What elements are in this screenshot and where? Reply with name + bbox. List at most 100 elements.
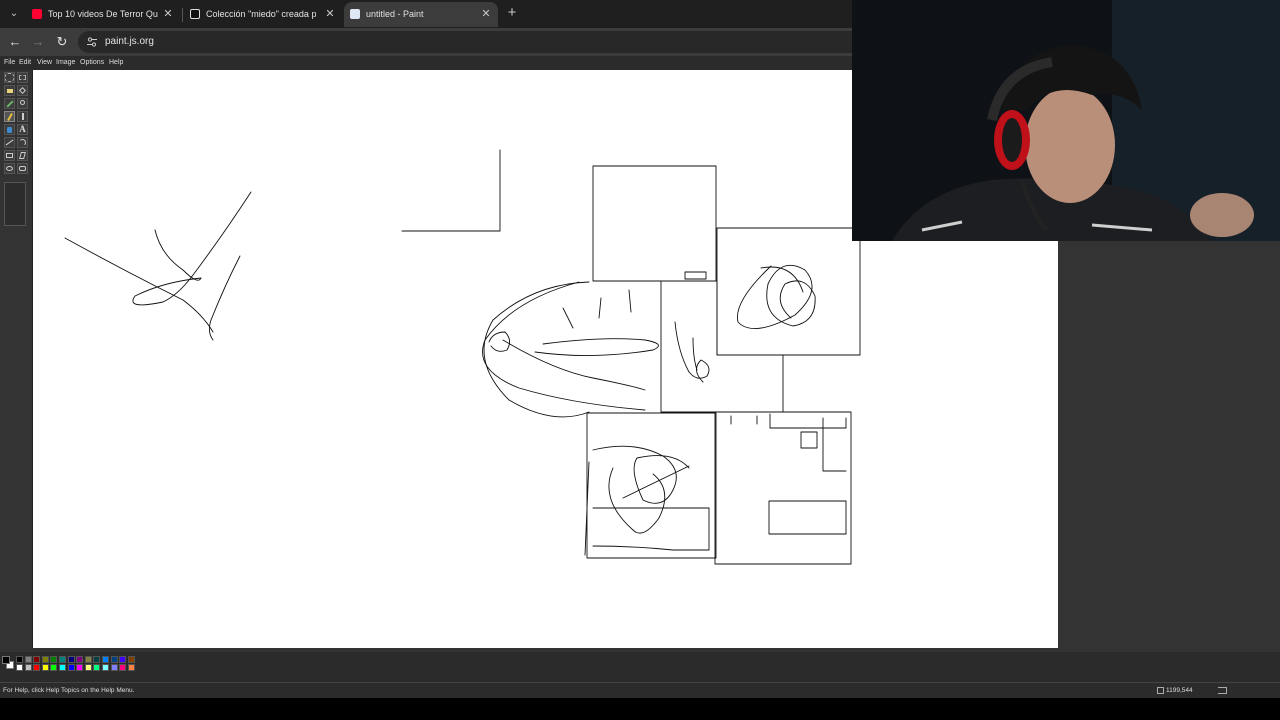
magnifier-tool[interactable] — [17, 98, 28, 109]
ellipse-tool[interactable] — [4, 163, 15, 174]
doodle-stroke — [154, 229, 202, 281]
palette-swatch[interactable] — [119, 656, 127, 663]
rounded-rectangle-tool[interactable] — [17, 163, 28, 174]
tool-options[interactable] — [4, 182, 26, 226]
menu-help[interactable]: Help — [109, 58, 123, 68]
fill-tool[interactable] — [17, 85, 28, 96]
scribble — [674, 321, 710, 383]
doodle-stroke — [64, 237, 214, 333]
palette-swatch[interactable] — [127, 664, 135, 671]
text-tool[interactable]: A — [17, 124, 28, 135]
tab-search-button[interactable]: ⌄ — [5, 5, 23, 23]
scribble — [482, 281, 646, 411]
palette-swatch[interactable] — [24, 664, 32, 671]
tool-box: A — [0, 70, 32, 650]
palette-swatch[interactable] — [50, 656, 58, 663]
site-info-icon[interactable] — [86, 36, 98, 48]
palette-swatch[interactable] — [119, 664, 127, 671]
palette-swatch[interactable] — [41, 664, 49, 671]
brush-tool[interactable] — [17, 111, 28, 122]
person-face — [1025, 87, 1115, 203]
palette-swatch[interactable] — [127, 656, 135, 663]
scribble — [736, 264, 816, 329]
palette-swatch[interactable] — [16, 656, 23, 663]
furniture-outline — [768, 500, 847, 535]
palette-swatch[interactable] — [16, 664, 23, 671]
palette-swatch[interactable] — [76, 664, 84, 671]
person-hand — [1190, 193, 1254, 237]
pencil-icon — [7, 113, 13, 121]
rect-select-icon — [19, 75, 26, 80]
rectangle-tool[interactable] — [4, 150, 15, 161]
youtube-icon — [32, 9, 42, 19]
palette-swatch[interactable] — [59, 664, 66, 671]
scribble — [502, 339, 646, 391]
bucket-icon — [18, 86, 27, 95]
polygon-tool[interactable] — [17, 150, 28, 161]
palette-swatch[interactable] — [102, 664, 109, 671]
menu-edit[interactable]: Edit — [19, 58, 31, 68]
palette-swatch[interactable] — [41, 656, 49, 663]
tab-title: Colección "miedo" creada por — [206, 9, 316, 19]
line-icon — [5, 139, 14, 146]
close-icon[interactable]: ✕ — [480, 8, 492, 20]
tab-paint[interactable]: untitled - Paint ✕ — [344, 2, 498, 27]
eyedropper-icon — [6, 100, 14, 108]
primary-color[interactable] — [2, 656, 10, 664]
airbrush-tool[interactable] — [4, 124, 15, 135]
palette-swatch[interactable] — [33, 664, 41, 671]
close-icon[interactable]: ✕ — [324, 8, 336, 20]
doodle-stroke — [208, 255, 241, 341]
line-tool[interactable] — [4, 137, 15, 148]
tiktok-icon — [190, 9, 200, 19]
palette-swatch[interactable] — [67, 656, 75, 663]
curve-tool[interactable] — [17, 137, 28, 148]
curve-icon — [19, 139, 26, 146]
menu-image[interactable]: Image — [56, 58, 75, 68]
scribble — [692, 337, 698, 371]
current-colors[interactable] — [2, 656, 14, 670]
forward-button[interactable]: → — [29, 33, 47, 51]
wall-detail — [730, 415, 758, 425]
reload-button[interactable]: ↻ — [53, 33, 71, 51]
ellipse-icon — [6, 166, 13, 171]
palette-swatch[interactable] — [93, 656, 101, 663]
tab-youtube[interactable]: Top 10 videos De Terror Que N ✕ — [26, 2, 180, 27]
palette-swatch[interactable] — [110, 664, 118, 671]
free-form-select-tool[interactable] — [4, 72, 15, 83]
pick-color-tool[interactable] — [4, 98, 15, 109]
palette-swatch[interactable] — [102, 656, 109, 663]
star-select-icon — [5, 73, 14, 82]
room-outline — [716, 227, 861, 356]
palette-swatch[interactable] — [84, 656, 92, 663]
pencil-tool[interactable] — [4, 111, 15, 122]
menu-view[interactable]: View — [37, 58, 52, 68]
palette-swatch[interactable] — [93, 664, 101, 671]
polygon-icon — [19, 152, 26, 159]
color-box — [0, 652, 1280, 682]
scribble — [584, 445, 690, 556]
doodle-stroke — [401, 149, 501, 232]
palette-swatch[interactable] — [50, 664, 58, 671]
close-icon[interactable]: ✕ — [162, 8, 174, 20]
menu-file[interactable]: File — [4, 58, 15, 68]
webcam-overlay — [852, 0, 1280, 241]
palette-swatch[interactable] — [24, 656, 32, 663]
palette-swatch[interactable] — [33, 656, 41, 663]
scribble — [592, 507, 710, 551]
palette-swatch[interactable] — [59, 656, 66, 663]
select-tool[interactable] — [17, 72, 28, 83]
palette-swatch[interactable] — [76, 656, 84, 663]
status-bar: For Help, click Help Topics on the Help … — [0, 682, 1280, 698]
tab-separator — [182, 8, 183, 22]
palette-swatch[interactable] — [110, 656, 118, 663]
back-button[interactable]: ← — [6, 33, 24, 51]
tab-tiktok[interactable]: Colección "miedo" creada por ✕ — [184, 2, 342, 27]
airbrush-icon — [7, 127, 12, 133]
palette-swatch[interactable] — [84, 664, 92, 671]
wall-detail — [822, 417, 847, 472]
eraser-tool[interactable] — [4, 85, 15, 96]
palette-swatch[interactable] — [67, 664, 75, 671]
menu-options[interactable]: Options — [80, 58, 104, 68]
new-tab-button[interactable]: + — [504, 5, 520, 21]
